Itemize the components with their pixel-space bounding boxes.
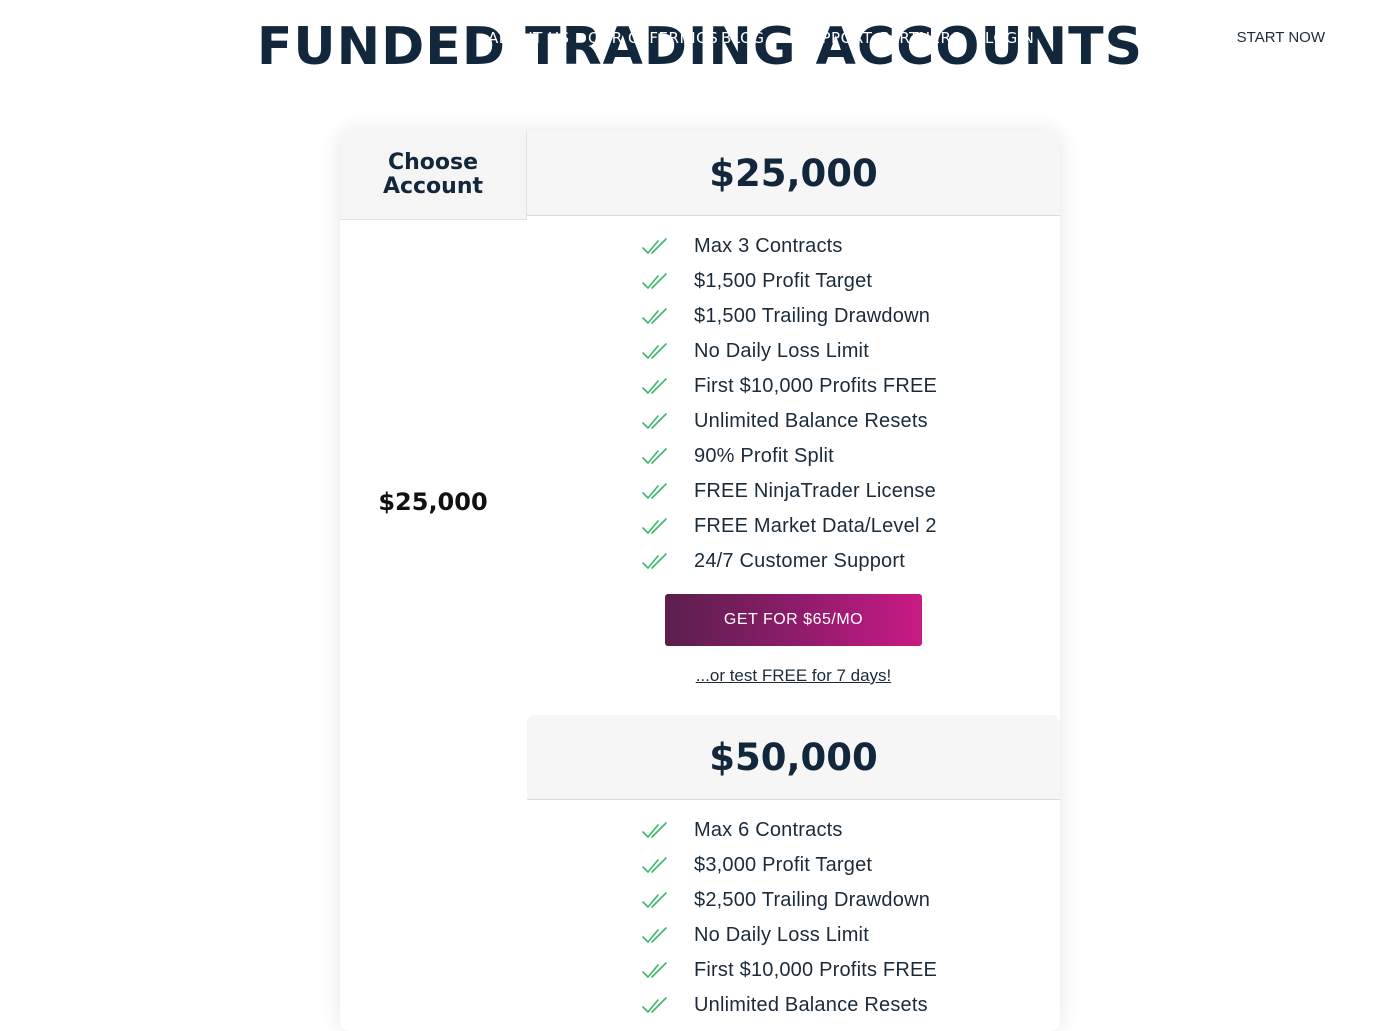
plan-50k-features: Max 6 Contracts $3,000 Profit Target $2,… bbox=[642, 813, 937, 1023]
double-check-icon bbox=[642, 482, 694, 502]
double-check-icon bbox=[642, 926, 694, 946]
feature-item: Unlimited Balance Resets bbox=[642, 404, 937, 439]
double-check-icon bbox=[642, 891, 694, 911]
double-check-icon bbox=[642, 961, 694, 981]
double-check-icon bbox=[642, 821, 694, 841]
nav-about-us[interactable]: ABOUT US bbox=[488, 29, 570, 47]
feature-text: First $10,000 Profits FREE bbox=[694, 375, 938, 397]
get-plan-25k-button[interactable]: GET FOR $65/MO bbox=[665, 594, 922, 646]
feature-text: $3,000 Profit Target bbox=[694, 854, 873, 876]
feature-item: $1,500 Profit Target bbox=[642, 264, 937, 299]
start-now-link[interactable]: START NOW bbox=[1237, 29, 1325, 46]
feature-text: Max 3 Contracts bbox=[694, 235, 843, 257]
selected-account-price[interactable]: $25,000 bbox=[340, 488, 526, 516]
free-trial-link[interactable]: ...or test FREE for 7 days! bbox=[527, 666, 1060, 686]
double-check-icon bbox=[642, 517, 694, 537]
double-check-icon bbox=[642, 272, 694, 292]
feature-item: Max 6 Contracts bbox=[642, 813, 937, 848]
feature-item: Max 3 Contracts bbox=[642, 229, 937, 264]
pricing-card: Choose Account $25,000 $25,000 Max 3 Con… bbox=[340, 131, 1060, 1031]
feature-item: $2,500 Trailing Drawdown bbox=[642, 883, 937, 918]
double-check-icon bbox=[642, 447, 694, 467]
double-check-icon bbox=[642, 856, 694, 876]
feature-item: No Daily Loss Limit bbox=[642, 334, 937, 369]
feature-text: No Daily Loss Limit bbox=[694, 924, 869, 946]
nav-login[interactable]: LOGIN bbox=[985, 29, 1034, 47]
nav-support[interactable]: SUPPORT bbox=[800, 29, 872, 47]
top-navigation: ABOUT US OUR OFFERINGS BLOG SUPPORT PART… bbox=[0, 26, 1400, 54]
double-check-icon bbox=[642, 237, 694, 257]
feature-text: 90% Profit Split bbox=[694, 445, 834, 467]
feature-item: Unlimited Balance Resets bbox=[642, 988, 937, 1023]
feature-item: 90% Profit Split bbox=[642, 439, 937, 474]
feature-text: $1,500 Profit Target bbox=[694, 270, 873, 292]
feature-text: Unlimited Balance Resets bbox=[694, 994, 928, 1016]
feature-item: 24/7 Customer Support bbox=[642, 544, 937, 579]
nav-partners[interactable]: PARTNERS bbox=[880, 29, 961, 47]
double-check-icon bbox=[642, 996, 694, 1016]
double-check-icon bbox=[642, 552, 694, 572]
feature-item: First $10,000 Profits FREE bbox=[642, 369, 937, 404]
double-check-icon bbox=[642, 342, 694, 362]
plan-25k-features: Max 3 Contracts $1,500 Profit Target $1,… bbox=[642, 229, 937, 579]
plan-25k-price: $25,000 bbox=[527, 131, 1060, 216]
nav-blog[interactable]: BLOG bbox=[721, 29, 765, 47]
feature-item: $1,500 Trailing Drawdown bbox=[642, 299, 937, 334]
feature-item: FREE Market Data/Level 2 bbox=[642, 509, 937, 544]
feature-text: 24/7 Customer Support bbox=[694, 550, 905, 572]
double-check-icon bbox=[642, 307, 694, 327]
feature-item: First $10,000 Profits FREE bbox=[642, 953, 937, 988]
feature-text: $2,500 Trailing Drawdown bbox=[694, 889, 931, 911]
feature-text: FREE Market Data/Level 2 bbox=[694, 515, 937, 537]
feature-text: No Daily Loss Limit bbox=[694, 340, 869, 362]
feature-item: $3,000 Profit Target bbox=[642, 848, 937, 883]
double-check-icon bbox=[642, 412, 694, 432]
feature-text: FREE NinjaTrader License bbox=[694, 480, 936, 502]
choose-account-header: Choose Account bbox=[340, 131, 527, 220]
nav-our-offerings[interactable]: OUR OFFERINGS bbox=[588, 29, 718, 47]
feature-text: Max 6 Contracts bbox=[694, 819, 843, 841]
plan-50k-price: $50,000 bbox=[527, 715, 1060, 800]
feature-item: FREE NinjaTrader License bbox=[642, 474, 937, 509]
double-check-icon bbox=[642, 377, 694, 397]
feature-text: Unlimited Balance Resets bbox=[694, 410, 928, 432]
feature-text: First $10,000 Profits FREE bbox=[694, 959, 938, 981]
feature-item: No Daily Loss Limit bbox=[642, 918, 937, 953]
feature-text: $1,500 Trailing Drawdown bbox=[694, 305, 931, 327]
